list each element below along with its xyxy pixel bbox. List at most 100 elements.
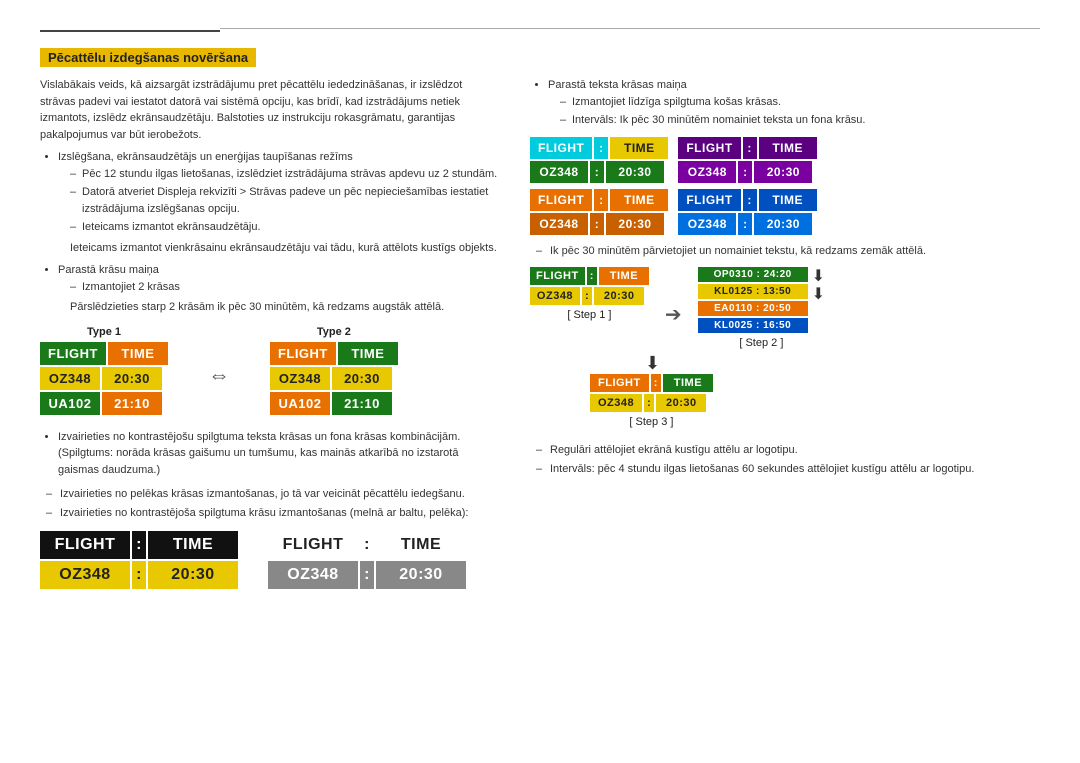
t2-header-time: TIME	[338, 342, 398, 365]
bb-left-colon: :	[132, 531, 146, 559]
rb2-b2-time: TIME	[759, 189, 817, 211]
type2-board: FLIGHT TIME OZ348 20:30 UA102 21:10	[270, 342, 398, 415]
rb1-b2-colon: :	[743, 137, 757, 159]
intro-text: Vislabākais veids, kā aizsargāt izstrādā…	[40, 77, 500, 143]
bottom-boards: FLIGHT : TIME OZ348 : 20:30 FLIGHT : TIM…	[40, 531, 500, 589]
rb1-b1-colon2: :	[590, 161, 604, 183]
bb-right-time: 20:30	[376, 561, 466, 589]
step3-section: ⬇ FLIGHT : TIME OZ348 : 20:30 [ Step 3 ]	[590, 353, 1040, 428]
rb1-b2-oz: OZ348	[678, 161, 736, 183]
s1-colon2: :	[582, 287, 592, 305]
s1-flight: FLIGHT	[530, 267, 585, 285]
step1: FLIGHT : TIME OZ348 : 20:30 [ Step 1 ]	[530, 267, 649, 321]
step3-label: [ Step 3 ]	[590, 416, 713, 428]
rb1-b2-flight: FLIGHT	[678, 137, 740, 159]
right-dash1: Izmantojiet līdzīga spilgtuma košas krās…	[560, 94, 1040, 111]
right-bullet-1: Parastā teksta krāsas maiņa Izmantojiet …	[548, 77, 1040, 129]
rb1-b2-time: TIME	[759, 137, 817, 159]
bottom-board-left: FLIGHT : TIME OZ348 : 20:30	[40, 531, 238, 589]
rb1-b2-colon2: :	[738, 161, 752, 183]
dash-item-2-1: Izmantojiet 2 krāsas	[70, 279, 500, 296]
rb1-b1-time2: 20:30	[606, 161, 664, 183]
right-dash2: Intervāls: Ik pēc 30 minūtēm nomainiet t…	[560, 112, 1040, 129]
t1-row2-flight: UA102	[40, 392, 100, 415]
scroll-arrow-down2: ⬇	[812, 287, 825, 303]
s2-row4: KL0025 : 16:50	[698, 318, 808, 333]
bb-left-header-time: TIME	[148, 531, 238, 559]
rb2-b1-oz: OZ348	[530, 213, 588, 235]
step3-arrow-down: ⬇	[645, 353, 660, 374]
s1-colon: :	[587, 267, 597, 285]
rb1-b1-flight: FLIGHT	[530, 137, 592, 159]
types-section: Type 1 FLIGHT TIME OZ348 20:30 UA102 21:…	[40, 326, 500, 415]
t1-row1-flight: OZ348	[40, 367, 100, 390]
top-hr	[220, 28, 1040, 29]
rb2-b1-time2: 20:30	[606, 213, 664, 235]
left-dash1: Izvairieties no pelēkas krāsas izmantoša…	[40, 486, 500, 503]
bb-left-time: 20:30	[148, 561, 238, 589]
step1-label: [ Step 1 ]	[530, 309, 649, 321]
rb2-b1-time: TIME	[610, 189, 668, 211]
type1-board: FLIGHT TIME OZ348 20:30 UA102 21:10	[40, 342, 168, 415]
bb-left-colon2: :	[132, 561, 146, 589]
t1-row2-time: 21:10	[102, 392, 162, 415]
bullet-extra-2: Pārslēdzieties starp 2 krāsām ik pēc 30 …	[58, 299, 500, 316]
bb-right-header-time: TIME	[376, 531, 466, 559]
step3: FLIGHT : TIME OZ348 : 20:30 [ Step 3 ]	[590, 374, 713, 428]
rb1-b2-time2: 20:30	[754, 161, 812, 183]
dash-item-1-2: Datorā atveriet Displeja rekvizīti > Str…	[70, 184, 500, 217]
rb2-b2-time2: 20:30	[754, 213, 812, 235]
bb-left-oz348: OZ348	[40, 561, 130, 589]
double-arrow: ⇔	[208, 362, 230, 388]
s2-row1: OP0310 : 24:20	[698, 267, 808, 282]
left-dash2: Izvairieties no kontrastējoša spilgtuma …	[40, 505, 500, 522]
s3-flight: FLIGHT	[590, 374, 649, 392]
steps-section: FLIGHT : TIME OZ348 : 20:30 [ Step 1 ] ➔	[530, 267, 1040, 349]
bullet-item-1: Izslēgšana, ekrānsaudzētājs un enerģijas…	[58, 149, 500, 256]
t2-row2-flight: UA102	[270, 392, 330, 415]
step-arrow1: ➔	[665, 302, 682, 327]
bb-left-header-flight: FLIGHT	[40, 531, 130, 559]
rb2-b2-oz: OZ348	[678, 213, 736, 235]
t1-header-time: TIME	[108, 342, 168, 365]
t2-header-flight: FLIGHT	[270, 342, 336, 365]
s1-time: TIME	[599, 267, 649, 285]
t1-header-flight: FLIGHT	[40, 342, 106, 365]
scroll-arrow-down1: ⬇	[812, 269, 825, 285]
bullet-extra-1: Ieteicams izmantot vienkrāsainu ekrānsau…	[58, 240, 500, 257]
s3-time2: 20:30	[656, 394, 706, 412]
dash-item-1-1: Pēc 12 stundu ilgas lietošanas, izslēdzi…	[70, 166, 500, 183]
right-boards-row1: FLIGHT : TIME OZ348 : 20:30 FLIGHT :	[530, 137, 1040, 183]
main-bullet-list: Izslēgšana, ekrānsaudzētājs un enerģijas…	[40, 149, 500, 316]
bb-right-colon: :	[360, 531, 374, 559]
reg-dash2: Intervāls: pēc 4 stundu ilgas lietošanas…	[530, 461, 1040, 478]
rb1-b1-colon: :	[594, 137, 608, 159]
right-bullets: Parastā teksta krāsas maiņa Izmantojiet …	[530, 77, 1040, 129]
bottom-board-right: FLIGHT : TIME OZ348 : 20:30	[268, 531, 466, 589]
step-dash: Ik pēc 30 minūtēm pārvietojiet un nomain…	[530, 243, 1040, 260]
s2-row2: KL0125 : 13:50	[698, 284, 808, 299]
rb2-board1: FLIGHT : TIME OZ348 : 20:30	[530, 189, 668, 235]
s1-time2: 20:30	[594, 287, 644, 305]
note1: Izvairieties no kontrastējošu spilgtuma …	[40, 429, 500, 479]
bb-right-colon2: :	[360, 561, 374, 589]
t2-row2-time: 21:10	[332, 392, 392, 415]
rb2-b1-flight: FLIGHT	[530, 189, 592, 211]
step2: OP0310 : 24:20 KL0125 : 13:50 EA0110 : 2…	[698, 267, 825, 349]
dash-item-1-3: Ieteicams izmantot ekrānsaudzētāju.	[70, 219, 500, 236]
s1-oz: OZ348	[530, 287, 580, 305]
bb-right-header-flight: FLIGHT	[268, 531, 358, 559]
type1-label: Type 1	[40, 326, 168, 338]
type2-label: Type 2	[270, 326, 398, 338]
bb-right-oz348: OZ348	[268, 561, 358, 589]
reg-dash1: Regulāri attēlojiet ekrānā kustīgu attēl…	[530, 442, 1040, 459]
type1-section: Type 1 FLIGHT TIME OZ348 20:30 UA102 21:…	[40, 326, 168, 415]
s2-row3: EA0110 : 20:50	[698, 301, 808, 316]
step2-board: OP0310 : 24:20 KL0125 : 13:50 EA0110 : 2…	[698, 267, 808, 333]
rb2-b2-flight: FLIGHT	[678, 189, 740, 211]
rb1-board1: FLIGHT : TIME OZ348 : 20:30	[530, 137, 668, 183]
t2-row1-flight: OZ348	[270, 367, 330, 390]
right-boards-row2: FLIGHT : TIME OZ348 : 20:30 FLIGHT :	[530, 189, 1040, 235]
s3-oz: OZ348	[590, 394, 642, 412]
t2-row1-time: 20:30	[332, 367, 392, 390]
